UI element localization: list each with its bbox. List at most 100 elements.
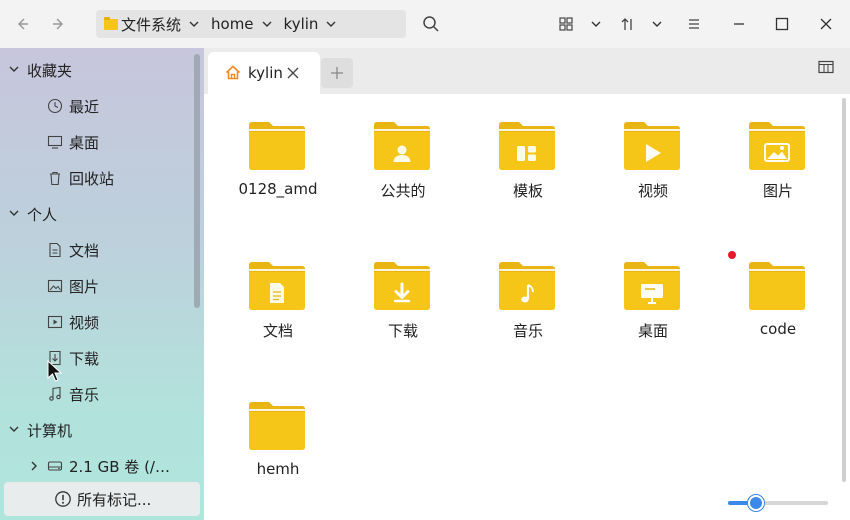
- search-icon[interactable]: [417, 10, 445, 38]
- folder-item[interactable]: 图片: [723, 94, 833, 200]
- folder-label: 模板: [512, 182, 543, 200]
- folder-icon: [249, 402, 305, 450]
- chevron-down-icon[interactable]: [8, 208, 20, 218]
- sidebar-item-label: 图片: [69, 277, 100, 296]
- monitor-icon: [46, 133, 64, 151]
- folder-icon: [104, 16, 118, 30]
- folder-icon: [249, 262, 305, 310]
- sidebar-item-label: 2.1 GB 卷 (/…: [69, 457, 170, 476]
- sidebar-item-pictures[interactable]: 图片: [0, 269, 194, 303]
- home-icon: [225, 65, 241, 80]
- sidebar-group-label: 收藏夹: [27, 61, 73, 80]
- sidebar-item-label: 音乐: [69, 385, 100, 404]
- tab-label: kylin: [248, 64, 283, 82]
- breadcrumb-kylin[interactable]: kylin: [280, 10, 345, 38]
- sidebar-item-documents[interactable]: 文档: [0, 233, 194, 267]
- folder-item[interactable]: 桌面: [598, 234, 708, 340]
- music-icon: [46, 385, 64, 403]
- sidebar-item-desktop[interactable]: 桌面: [0, 125, 194, 159]
- zoom-slider[interactable]: [728, 494, 830, 512]
- folder-icon: [374, 122, 430, 170]
- minimize-icon[interactable]: [725, 10, 753, 38]
- folder-item[interactable]: 音乐: [473, 234, 583, 340]
- folder-icon: [499, 122, 555, 170]
- picture-icon: [46, 277, 64, 295]
- video-icon: [46, 313, 64, 331]
- file-view[interactable]: 0128_amd 公共的 模板 视频 图片文档 下载 音乐 桌面 code hemh: [204, 94, 850, 520]
- close-icon[interactable]: [287, 67, 299, 79]
- sidebar-item-label: 最近: [69, 97, 100, 116]
- breadcrumb-filesystem[interactable]: 文件系统: [100, 10, 207, 38]
- chevron-down-icon[interactable]: [262, 20, 272, 28]
- path-bar[interactable]: 文件系统 home kylin: [96, 10, 406, 38]
- menu-icon[interactable]: [680, 10, 708, 38]
- folder-label: hemh: [256, 460, 300, 478]
- chevron-down-icon[interactable]: [189, 20, 199, 28]
- sidebar-group-label: 个人: [27, 205, 58, 224]
- folder-icon: [374, 262, 430, 310]
- sidebar-item-downloads[interactable]: 下载: [0, 341, 194, 375]
- sidebar-item-label: 回收站: [69, 169, 115, 188]
- clock-icon: [46, 97, 64, 115]
- preview-pane-icon[interactable]: [818, 60, 834, 74]
- folder-item[interactable]: 模板: [473, 94, 583, 200]
- breadcrumb-label: 文件系统: [121, 15, 182, 34]
- folder-label: 公共的: [380, 182, 426, 200]
- folder-label: 文档: [262, 322, 293, 340]
- maximize-icon[interactable]: [768, 10, 796, 38]
- folder-item[interactable]: 公共的: [348, 94, 458, 200]
- sidebar-item-volume[interactable]: 2.1 GB 卷 (/…: [0, 449, 194, 483]
- chevron-down-icon[interactable]: [8, 64, 20, 74]
- folder-icon: [749, 122, 805, 170]
- forward-icon[interactable]: [45, 10, 73, 38]
- all-marks-button[interactable]: 所有标记...: [4, 482, 200, 516]
- folder-label: code: [759, 320, 797, 338]
- breadcrumb-label: kylin: [283, 15, 319, 33]
- folder-label: 图片: [762, 182, 793, 200]
- plus-icon: [331, 67, 343, 79]
- disk-icon: [46, 457, 64, 475]
- chevron-down-icon[interactable]: [582, 10, 610, 38]
- folder-icon: [624, 122, 680, 170]
- sort-icon[interactable]: [614, 10, 642, 38]
- zoom-handle[interactable]: [748, 495, 764, 511]
- new-tab-button[interactable]: [321, 58, 353, 88]
- folder-item[interactable]: code: [723, 234, 833, 338]
- grid-view-icon[interactable]: [552, 10, 580, 38]
- folder-icon: [249, 122, 305, 170]
- sidebar-item-label: 下载: [69, 349, 100, 368]
- sidebar-group-computer[interactable]: 计算机: [0, 413, 194, 447]
- document-icon: [46, 241, 64, 259]
- sidebar-group-label: 计算机: [27, 421, 73, 440]
- breadcrumb-home[interactable]: home: [207, 10, 280, 38]
- sidebar-item-music[interactable]: 音乐: [0, 377, 194, 411]
- mouse-cursor-icon: [47, 360, 63, 382]
- folder-item[interactable]: hemh: [223, 374, 333, 478]
- folder-item[interactable]: 文档: [223, 234, 333, 340]
- chevron-down-icon[interactable]: [326, 20, 336, 28]
- folder-label: 下载: [387, 322, 418, 340]
- sidebar-item-recent[interactable]: 最近: [0, 89, 194, 123]
- notification-dot: [728, 251, 736, 259]
- sidebar-group-personal[interactable]: 个人: [0, 197, 194, 231]
- back-icon[interactable]: [8, 10, 36, 38]
- info-icon: [54, 490, 72, 512]
- tab-bar: kylin: [204, 48, 850, 94]
- sidebar-group-favorites[interactable]: 收藏夹: [0, 53, 194, 87]
- folder-item[interactable]: 0128_amd: [223, 94, 333, 198]
- chevron-right-icon[interactable]: [29, 460, 39, 472]
- sidebar-item-trash[interactable]: 回收站: [0, 161, 194, 195]
- chevron-down-icon[interactable]: [643, 10, 671, 38]
- chevron-down-icon[interactable]: [8, 424, 20, 434]
- folder-item[interactable]: 下载: [348, 234, 458, 340]
- sidebar-item-label: 文档: [69, 241, 100, 260]
- close-icon[interactable]: [812, 10, 840, 38]
- folder-item[interactable]: 视频: [598, 94, 708, 200]
- content-scrollbar[interactable]: [842, 98, 846, 482]
- sidebar-scrollbar[interactable]: [194, 54, 200, 308]
- tab-kylin[interactable]: kylin: [208, 52, 320, 94]
- folder-label: 0128_amd: [238, 180, 318, 198]
- sidebar-item-label: 视频: [69, 313, 100, 332]
- breadcrumb-label: home: [211, 15, 254, 33]
- sidebar-item-videos[interactable]: 视频: [0, 305, 194, 339]
